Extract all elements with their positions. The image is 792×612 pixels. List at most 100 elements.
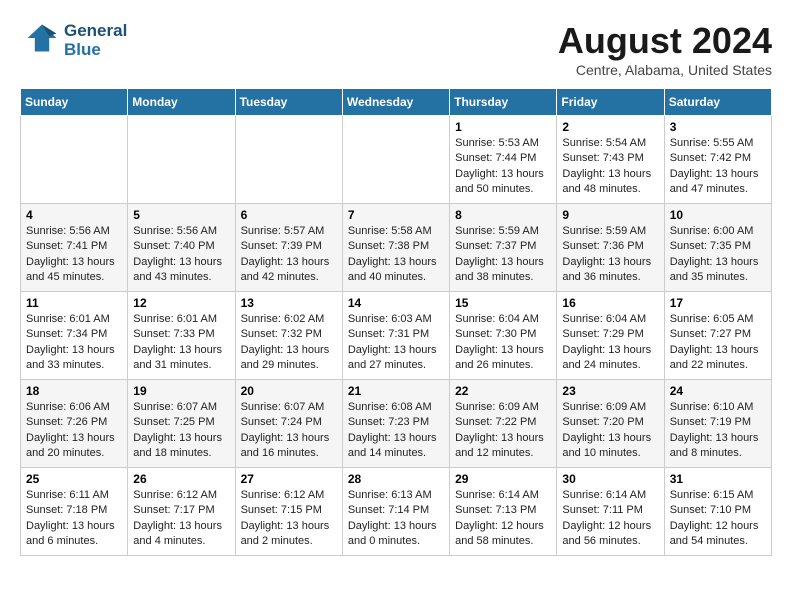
day-info: Sunrise: 6:08 AM Sunset: 7:23 PM Dayligh… (348, 400, 444, 462)
day-info: Sunrise: 6:01 AM Sunset: 7:33 PM Dayligh… (133, 312, 229, 374)
calendar-cell: 22 Sunrise: 6:09 AM Sunset: 7:22 PM Dayli… (450, 380, 557, 468)
calendar-cell: 21 Sunrise: 6:08 AM Sunset: 7:23 PM Dayli… (342, 380, 449, 468)
day-info: Sunrise: 5:59 AM Sunset: 7:37 PM Dayligh… (455, 224, 551, 286)
day-info: Sunrise: 6:12 AM Sunset: 7:17 PM Dayligh… (133, 488, 229, 550)
day-number: 13 (241, 296, 337, 310)
day-info: Sunrise: 6:14 AM Sunset: 7:11 PM Dayligh… (562, 488, 658, 550)
calendar-cell: 11 Sunrise: 6:01 AM Sunset: 7:34 PM Dayli… (21, 292, 128, 380)
logo-text-line2: Blue (64, 41, 127, 60)
calendar-cell: 9 Sunrise: 5:59 AM Sunset: 7:36 PM Daylig… (557, 204, 664, 292)
calendar-cell: 1Sunrise: 5:53 AM Sunset: 7:44 PM Daylig… (450, 116, 557, 204)
week-row-5: 25Sunrise: 6:11 AM Sunset: 7:18 PM Dayli… (21, 468, 772, 556)
day-info: Sunrise: 6:00 AM Sunset: 7:35 PM Dayligh… (670, 224, 766, 286)
day-number: 31 (670, 472, 766, 486)
header-thursday: Thursday (450, 89, 557, 116)
calendar-cell: 30 Sunrise: 6:14 AM Sunset: 7:11 PM Dayli… (557, 468, 664, 556)
calendar-cell (21, 116, 128, 204)
day-info: Sunrise: 5:56 AM Sunset: 7:41 PM Dayligh… (26, 224, 122, 286)
calendar-cell: 5Sunrise: 5:56 AM Sunset: 7:40 PM Daylig… (128, 204, 235, 292)
calendar-cell: 3 Sunrise: 5:55 AM Sunset: 7:42 PM Daylig… (664, 116, 771, 204)
day-info: Sunrise: 6:09 AM Sunset: 7:20 PM Dayligh… (562, 400, 658, 462)
day-number: 7 (348, 208, 444, 222)
week-row-1: 1Sunrise: 5:53 AM Sunset: 7:44 PM Daylig… (21, 116, 772, 204)
day-number: 22 (455, 384, 551, 398)
day-info: Sunrise: 6:02 AM Sunset: 7:32 PM Dayligh… (241, 312, 337, 374)
week-row-4: 18Sunrise: 6:06 AM Sunset: 7:26 PM Dayli… (21, 380, 772, 468)
calendar-cell: 18Sunrise: 6:06 AM Sunset: 7:26 PM Dayli… (21, 380, 128, 468)
logo-text-line1: General (64, 22, 127, 41)
day-info: Sunrise: 5:59 AM Sunset: 7:36 PM Dayligh… (562, 224, 658, 286)
day-number: 6 (241, 208, 337, 222)
day-number: 23 (562, 384, 658, 398)
day-number: 11 (26, 296, 122, 310)
day-number: 3 (670, 120, 766, 134)
calendar-cell: 12 Sunrise: 6:01 AM Sunset: 7:33 PM Dayli… (128, 292, 235, 380)
header-monday: Monday (128, 89, 235, 116)
calendar-cell: 6 Sunrise: 5:57 AM Sunset: 7:39 PM Daylig… (235, 204, 342, 292)
calendar-cell: 26 Sunrise: 6:12 AM Sunset: 7:17 PM Dayli… (128, 468, 235, 556)
calendar-cell (128, 116, 235, 204)
day-number: 19 (133, 384, 229, 398)
week-row-3: 11 Sunrise: 6:01 AM Sunset: 7:34 PM Dayli… (21, 292, 772, 380)
header-friday: Friday (557, 89, 664, 116)
day-number: 27 (241, 472, 337, 486)
day-number: 30 (562, 472, 658, 486)
day-info: Sunrise: 6:03 AM Sunset: 7:31 PM Dayligh… (348, 312, 444, 374)
day-number: 24 (670, 384, 766, 398)
day-info: Sunrise: 6:06 AM Sunset: 7:26 PM Dayligh… (26, 400, 122, 462)
day-info: Sunrise: 6:05 AM Sunset: 7:27 PM Dayligh… (670, 312, 766, 374)
header-tuesday: Tuesday (235, 89, 342, 116)
week-row-2: 4 Sunrise: 5:56 AM Sunset: 7:41 PM Daylig… (21, 204, 772, 292)
day-info: Sunrise: 5:58 AM Sunset: 7:38 PM Dayligh… (348, 224, 444, 286)
calendar-cell: 16Sunrise: 6:04 AM Sunset: 7:29 PM Dayli… (557, 292, 664, 380)
header-row: SundayMondayTuesdayWednesdayThursdayFrid… (21, 89, 772, 116)
logo: General Blue (20, 20, 127, 61)
calendar-cell: 13 Sunrise: 6:02 AM Sunset: 7:32 PM Dayli… (235, 292, 342, 380)
day-info: Sunrise: 5:53 AM Sunset: 7:44 PM Dayligh… (455, 136, 551, 198)
day-info: Sunrise: 6:04 AM Sunset: 7:29 PM Dayligh… (562, 312, 658, 374)
calendar-cell: 2 Sunrise: 5:54 AM Sunset: 7:43 PM Daylig… (557, 116, 664, 204)
day-number: 21 (348, 384, 444, 398)
day-info: Sunrise: 5:55 AM Sunset: 7:42 PM Dayligh… (670, 136, 766, 198)
calendar-subtitle: Centre, Alabama, United States (558, 62, 772, 78)
day-number: 10 (670, 208, 766, 222)
calendar-body: 1Sunrise: 5:53 AM Sunset: 7:44 PM Daylig… (21, 116, 772, 556)
day-number: 26 (133, 472, 229, 486)
day-number: 15 (455, 296, 551, 310)
calendar-cell: 23 Sunrise: 6:09 AM Sunset: 7:20 PM Dayli… (557, 380, 664, 468)
day-info: Sunrise: 6:14 AM Sunset: 7:13 PM Dayligh… (455, 488, 551, 550)
day-info: Sunrise: 5:54 AM Sunset: 7:43 PM Dayligh… (562, 136, 658, 198)
day-number: 28 (348, 472, 444, 486)
day-info: Sunrise: 6:01 AM Sunset: 7:34 PM Dayligh… (26, 312, 122, 374)
day-number: 29 (455, 472, 551, 486)
day-info: Sunrise: 6:10 AM Sunset: 7:19 PM Dayligh… (670, 400, 766, 462)
calendar-cell: 4 Sunrise: 5:56 AM Sunset: 7:41 PM Daylig… (21, 204, 128, 292)
day-number: 25 (26, 472, 122, 486)
calendar-cell: 10 Sunrise: 6:00 AM Sunset: 7:35 PM Dayli… (664, 204, 771, 292)
calendar-cell: 7 Sunrise: 5:58 AM Sunset: 7:38 PM Daylig… (342, 204, 449, 292)
calendar-cell: 17 Sunrise: 6:05 AM Sunset: 7:27 PM Dayli… (664, 292, 771, 380)
calendar-cell: 8Sunrise: 5:59 AM Sunset: 7:37 PM Daylig… (450, 204, 557, 292)
calendar-table: SundayMondayTuesdayWednesdayThursdayFrid… (20, 88, 772, 556)
day-info: Sunrise: 6:04 AM Sunset: 7:30 PM Dayligh… (455, 312, 551, 374)
day-number: 14 (348, 296, 444, 310)
day-info: Sunrise: 6:07 AM Sunset: 7:25 PM Dayligh… (133, 400, 229, 462)
logo-icon (24, 20, 60, 56)
calendar-cell: 25Sunrise: 6:11 AM Sunset: 7:18 PM Dayli… (21, 468, 128, 556)
page-header: General Blue August 2024 Centre, Alabama… (20, 20, 772, 78)
day-number: 2 (562, 120, 658, 134)
day-info: Sunrise: 6:09 AM Sunset: 7:22 PM Dayligh… (455, 400, 551, 462)
header-saturday: Saturday (664, 89, 771, 116)
day-info: Sunrise: 6:12 AM Sunset: 7:15 PM Dayligh… (241, 488, 337, 550)
day-number: 9 (562, 208, 658, 222)
calendar-cell (342, 116, 449, 204)
calendar-cell: 15 Sunrise: 6:04 AM Sunset: 7:30 PM Dayli… (450, 292, 557, 380)
day-info: Sunrise: 5:57 AM Sunset: 7:39 PM Dayligh… (241, 224, 337, 286)
calendar-cell: 31Sunrise: 6:15 AM Sunset: 7:10 PM Dayli… (664, 468, 771, 556)
title-block: August 2024 Centre, Alabama, United Stat… (558, 20, 772, 78)
day-number: 4 (26, 208, 122, 222)
day-number: 17 (670, 296, 766, 310)
header-sunday: Sunday (21, 89, 128, 116)
calendar-cell: 24 Sunrise: 6:10 AM Sunset: 7:19 PM Dayli… (664, 380, 771, 468)
day-number: 12 (133, 296, 229, 310)
